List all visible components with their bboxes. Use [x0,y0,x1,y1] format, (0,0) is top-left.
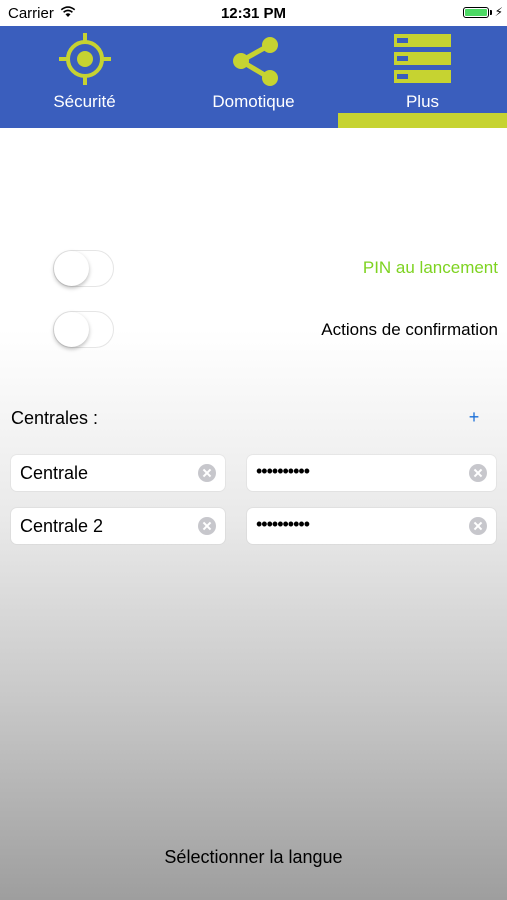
centrale-name-field[interactable]: Centrale 2 [11,508,225,544]
centrale-name-value: Centrale 2 [20,516,104,536]
clock: 12:31 PM [220,5,287,22]
tab-domotique-label: Domotique [212,92,295,111]
confirm-actions-toggle[interactable] [53,311,114,348]
battery-icon [463,7,489,18]
charging-icon: ⚡ [494,5,503,19]
clear-icon[interactable] [198,464,216,482]
clear-icon[interactable] [469,464,487,482]
add-centrale-button[interactable]: + [462,405,486,429]
battery-tip [490,10,492,15]
clear-icon[interactable] [469,517,487,535]
tab-plus-label: Plus [405,92,440,111]
tab-securite-label: Sécurité [53,92,116,111]
centrale-password-field[interactable]: •••••••••• [247,455,496,491]
confirm-toggle-knob [54,312,89,347]
pin-toggle-knob [54,251,89,286]
select-language-button[interactable]: Sélectionner la langue [0,847,507,868]
centrale-password-value: •••••••••• [256,461,310,481]
centrales-title: Centrales : [11,408,99,428]
centrale-name-value: Centrale [20,463,89,483]
confirm-actions-label: Actions de confirmation [321,320,498,339]
pin-toggle[interactable] [53,250,114,287]
share-icon [233,37,278,86]
tab-domotique[interactable]: Domotique [169,26,338,128]
clear-icon[interactable] [198,517,216,535]
centrale-name-field[interactable]: Centrale [11,455,225,491]
centrale-password-field[interactable]: •••••••••• [247,508,496,544]
target-icon [59,33,111,85]
pin-label: PIN au lancement [362,258,498,277]
tab-securite[interactable]: Sécurité [0,26,169,128]
selected-tab-indicator [338,113,507,128]
status-bar: Carrier 12:31 PM ⚡ [0,0,507,26]
server-list-icon [394,34,451,83]
centrale-password-value: •••••••••• [256,514,310,534]
